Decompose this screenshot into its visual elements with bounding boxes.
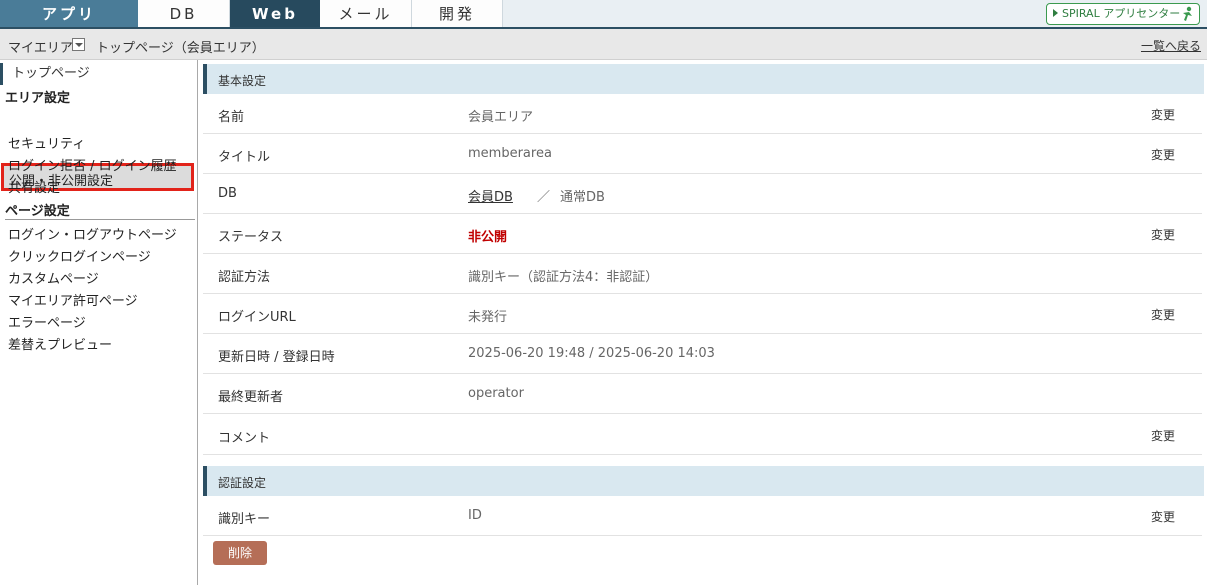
tab-app[interactable]: アプリ bbox=[0, 0, 138, 27]
section-auth-settings: 認証設定 bbox=[203, 466, 1204, 496]
sidebar-item-security[interactable]: セキュリティ bbox=[8, 133, 85, 152]
top-tab-bar: アプリ DB Web メール 開発 SPIRAL アプリセンター bbox=[0, 0, 1207, 29]
sidebar-item-login-logout[interactable]: ログイン・ログアウトページ bbox=[8, 224, 177, 243]
section-title: 認証設定 bbox=[218, 476, 267, 490]
change-link[interactable]: 変更 bbox=[1151, 508, 1175, 525]
app-center-button[interactable]: SPIRAL アプリセンター bbox=[1046, 3, 1200, 25]
row-value: ID bbox=[468, 508, 482, 523]
table-row: 名前 会員エリア 変更 bbox=[203, 94, 1202, 134]
table-row: DB 会員DB ／ 通常DB bbox=[203, 174, 1202, 214]
row-value: 会員DB ／ 通常DB bbox=[468, 186, 605, 205]
table-row: 識別キー ID 変更 bbox=[203, 496, 1202, 536]
change-link[interactable]: 変更 bbox=[1151, 106, 1175, 123]
db-link[interactable]: 会員DB bbox=[468, 190, 527, 205]
tab-mail[interactable]: メール bbox=[320, 0, 412, 27]
change-link[interactable]: 変更 bbox=[1151, 427, 1175, 444]
tab-db[interactable]: DB bbox=[138, 0, 230, 27]
breadcrumb-myarea[interactable]: マイエリア bbox=[8, 37, 73, 56]
row-key: 最終更新者 bbox=[218, 390, 284, 405]
sidebar-item-share[interactable]: 共有設定 bbox=[8, 177, 60, 196]
breadcrumb-current-page: トップページ（会員エリア） bbox=[96, 41, 265, 56]
sidebar-item-click-login[interactable]: クリックログインページ bbox=[8, 246, 151, 265]
change-link[interactable]: 変更 bbox=[1151, 306, 1175, 323]
sidebar-heading-page: ページ設定 bbox=[5, 204, 70, 219]
sidebar-heading-area: エリア設定 bbox=[5, 91, 71, 106]
row-value: 未発行 bbox=[468, 310, 508, 325]
sidebar-item-top-page[interactable]: トップページ bbox=[0, 63, 196, 85]
sidebar-item-preview[interactable]: 差替えプレビュー bbox=[8, 334, 112, 353]
db-type: 通常DB bbox=[559, 190, 605, 205]
row-key: タイトル bbox=[218, 150, 271, 165]
row-value: 2025-06-20 19:48 / 2025-06-20 14:03 bbox=[468, 346, 715, 361]
row-key: ログインURL bbox=[218, 310, 296, 325]
change-link[interactable]: 変更 bbox=[1151, 146, 1175, 163]
row-key: 名前 bbox=[218, 110, 245, 125]
tab-dev[interactable]: 開発 bbox=[412, 0, 503, 27]
db-separator: ／ bbox=[536, 190, 550, 205]
row-key: ステータス bbox=[218, 230, 284, 245]
sidebar-item-custom-page[interactable]: カスタムページ bbox=[8, 268, 99, 287]
change-link[interactable]: 変更 bbox=[1151, 226, 1175, 243]
row-key: 認証方法 bbox=[218, 270, 271, 285]
sidebar-divider bbox=[5, 219, 195, 220]
row-key: DB bbox=[218, 186, 237, 201]
section-title: 基本設定 bbox=[218, 74, 267, 88]
table-row: 更新日時 / 登録日時 2025-06-20 19:48 / 2025-06-2… bbox=[203, 334, 1202, 374]
person-leaf-icon bbox=[1183, 6, 1192, 21]
row-key: 識別キー bbox=[218, 512, 271, 527]
play-icon bbox=[1053, 9, 1058, 17]
sidebar-item-login-deny[interactable]: ログイン拒否 / ログイン履歴 bbox=[8, 155, 177, 174]
table-row: 認証方法 識別キー（認証方法4：非認証） bbox=[203, 254, 1202, 294]
row-key: 更新日時 / 登録日時 bbox=[218, 350, 335, 365]
tab-web[interactable]: Web bbox=[230, 0, 320, 27]
table-row: タイトル memberarea 変更 bbox=[203, 134, 1202, 174]
row-key: コメント bbox=[218, 431, 271, 446]
app-center-label: SPIRAL アプリセンター bbox=[1062, 7, 1181, 20]
row-value: operator bbox=[468, 386, 524, 401]
table-row: ステータス 非公開 変更 bbox=[203, 214, 1202, 254]
back-to-list-link[interactable]: 一覧へ戻る bbox=[1141, 37, 1201, 54]
delete-button[interactable]: 削除 bbox=[213, 541, 267, 565]
sidebar: トップページ エリア設定 公開・非公開設定 セキュリティ ログイン拒否 / ログ… bbox=[0, 60, 198, 585]
section-basic-settings: 基本設定 bbox=[203, 64, 1204, 94]
row-value: memberarea bbox=[468, 146, 552, 161]
sidebar-item-myarea-permit[interactable]: マイエリア許可ページ bbox=[8, 290, 138, 309]
row-value: 識別キー（認証方法4：非認証） bbox=[468, 270, 659, 285]
table-row: ログインURL 未発行 変更 bbox=[203, 294, 1202, 334]
row-value: 会員エリア bbox=[468, 110, 534, 125]
table-row: 最終更新者 operator bbox=[203, 374, 1202, 414]
breadcrumb-bar: マイエリア トップページ（会員エリア） 一覧へ戻る bbox=[0, 29, 1207, 60]
table-row: コメント 変更 bbox=[203, 415, 1202, 455]
dropdown-arrow-icon[interactable] bbox=[72, 38, 85, 51]
status-value: 非公開 bbox=[468, 230, 508, 245]
sidebar-item-error-page[interactable]: エラーページ bbox=[8, 312, 86, 331]
